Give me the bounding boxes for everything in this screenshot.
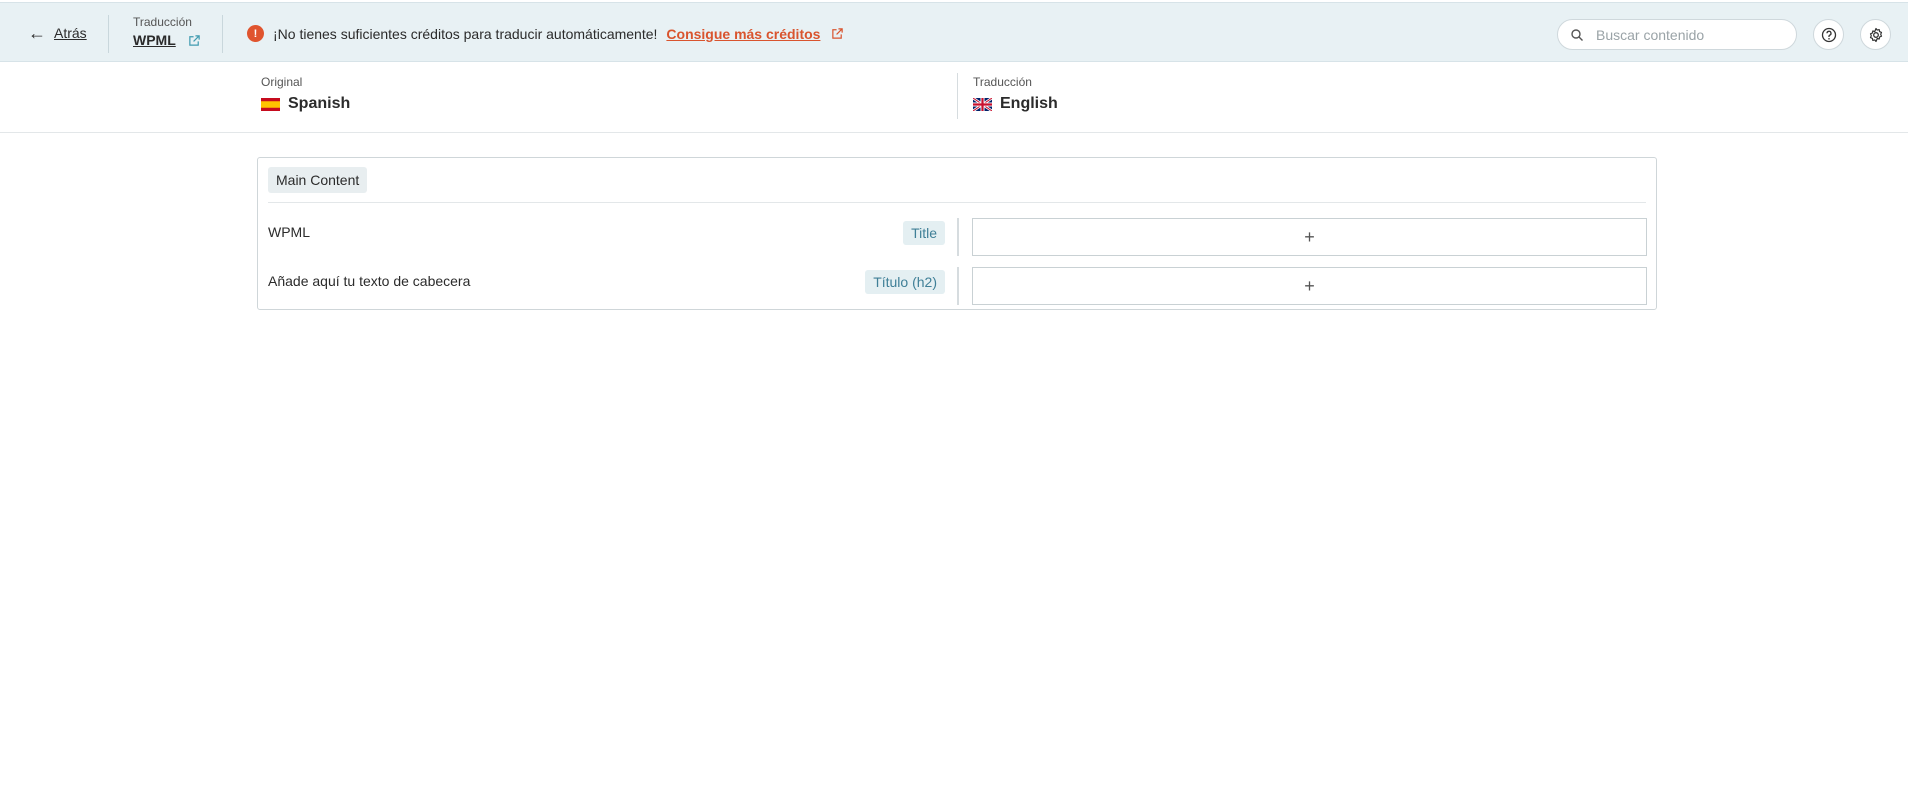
gear-icon xyxy=(1869,27,1882,42)
search-box[interactable] xyxy=(1557,19,1797,50)
source-text: Añade aquí tu texto de cabecera xyxy=(268,273,471,289)
translation-language-name: English xyxy=(1000,95,1058,112)
translation-language: Traducción English xyxy=(973,75,1058,113)
translation-row: Añade aquí tu texto de cabecera Título (… xyxy=(258,267,1658,307)
settings-button[interactable] xyxy=(1860,19,1891,50)
plus-icon: + xyxy=(1304,276,1315,296)
uk-flag-icon xyxy=(973,97,992,111)
credits-alert: ! ¡No tienes suficientes créditos para t… xyxy=(247,25,844,42)
document-info: Traducción WPML xyxy=(133,15,201,48)
source-text: WPML xyxy=(268,224,310,240)
search-icon xyxy=(1571,28,1583,41)
external-link-icon[interactable] xyxy=(188,34,201,47)
translation-row: WPML Title + xyxy=(258,218,1658,258)
original-language: Original Spanish xyxy=(261,75,350,113)
divider xyxy=(268,202,1646,203)
translation-caption: Traducción xyxy=(133,15,192,29)
content-panel: Main Content WPML Title + Añade aquí tu … xyxy=(257,157,1657,310)
divider xyxy=(222,15,223,53)
field-type-badge: Título (h2) xyxy=(865,270,945,294)
add-translation-button[interactable]: + xyxy=(972,218,1647,256)
external-link-icon[interactable] xyxy=(831,27,844,40)
back-button[interactable]: ← Atrás xyxy=(28,23,87,43)
translation-lang-caption: Traducción xyxy=(973,75,1032,89)
divider xyxy=(957,267,959,305)
original-caption: Original xyxy=(261,75,303,89)
back-label: Atrás xyxy=(54,25,87,41)
plus-icon: + xyxy=(1304,227,1315,247)
section-label: Main Content xyxy=(268,167,368,193)
spain-flag-icon xyxy=(261,97,280,111)
document-title-link[interactable]: WPML xyxy=(133,32,176,48)
add-translation-button[interactable]: + xyxy=(972,267,1647,305)
alert-message: ¡No tienes suficientes créditos para tra… xyxy=(273,25,658,42)
divider xyxy=(957,218,959,256)
divider xyxy=(108,15,109,53)
top-bar: ← Atrás Traducción WPML ! ¡No tienes suf… xyxy=(0,2,1908,62)
warning-icon: ! xyxy=(247,25,264,42)
get-credits-link[interactable]: Consigue más créditos xyxy=(666,26,820,42)
language-bar: Original Spanish Traducción English xyxy=(0,63,1908,133)
help-icon xyxy=(1821,27,1836,42)
help-button[interactable] xyxy=(1813,19,1844,50)
original-language-name: Spanish xyxy=(288,95,351,112)
field-type-badge: Title xyxy=(903,221,945,245)
arrow-left-icon: ← xyxy=(28,23,46,43)
divider xyxy=(957,73,958,119)
search-input[interactable] xyxy=(1596,26,1786,43)
